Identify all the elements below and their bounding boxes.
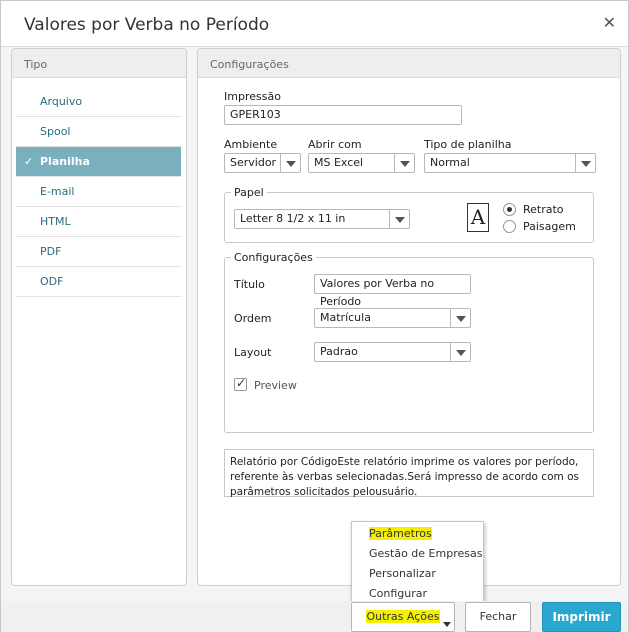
menu-item-label: Configurar	[369, 587, 428, 600]
config-panel-header: Configurações	[198, 49, 620, 78]
tipo-planilha-value: Normal	[430, 156, 470, 169]
tipo-item-label: Planilha	[40, 155, 90, 168]
tipo-list: Arquivo Spool ✓ Planilha E-mail HTML PDF …	[16, 87, 181, 297]
tipo-item-spool[interactable]: Spool	[16, 117, 181, 147]
config-panel-title: Configurações	[210, 58, 289, 71]
tipo-item-label: PDF	[40, 245, 62, 258]
report-description: Relatório por CódigoEste relatório impri…	[224, 449, 594, 498]
ordem-value: Matrícula	[320, 311, 371, 324]
layout-select[interactable]: Padrao	[314, 342, 471, 362]
tipo-item-planilha[interactable]: ✓ Planilha	[16, 147, 181, 177]
preview-checkbox[interactable]	[234, 376, 247, 391]
tipo-panel-header: Tipo	[12, 49, 186, 78]
dialog-titlebar: Valores por Verba no Período ✕	[1, 1, 628, 47]
tipo-planilha-label: Tipo de planilha	[424, 138, 512, 151]
menu-item-label: Personalizar	[369, 567, 436, 580]
tipo-item-odf[interactable]: ODF	[16, 267, 181, 297]
chevron-down-icon[interactable]	[389, 210, 409, 228]
impressao-label: Impressão	[224, 90, 281, 103]
menu-item-gestao-empresas[interactable]: Gestão de Empresas	[369, 547, 482, 560]
tipo-item-label: ODF	[40, 275, 64, 288]
impressao-input[interactable]: GPER103	[224, 105, 462, 125]
config-sub-group-title: Configurações	[231, 251, 316, 264]
paisagem-label: Paisagem	[523, 220, 576, 233]
tipo-panel: Tipo Arquivo Spool ✓ Planilha E-mail HTML…	[11, 48, 187, 586]
chevron-down-icon[interactable]	[394, 154, 414, 172]
outras-acoes-label: Outras Ações	[366, 610, 440, 623]
tipo-item-arquivo[interactable]: Arquivo	[16, 87, 181, 117]
papel-group: Papel Letter 8 1/2 x 11 in A Retrato Pai…	[224, 186, 594, 243]
ambiente-value: Servidor	[230, 156, 277, 169]
tipo-item-html[interactable]: HTML	[16, 207, 181, 237]
ambiente-select[interactable]: Servidor	[224, 153, 301, 173]
chevron-down-icon[interactable]	[280, 154, 300, 172]
close-icon[interactable]: ✕	[603, 13, 616, 32]
chevron-down-icon[interactable]	[450, 309, 470, 327]
preview-label: Preview	[254, 379, 297, 392]
paper-size-value: Letter 8 1/2 x 11 in	[240, 212, 346, 225]
paper-size-select[interactable]: Letter 8 1/2 x 11 in	[234, 209, 410, 229]
tipo-item-pdf[interactable]: PDF	[16, 237, 181, 267]
tipo-item-label: Spool	[40, 125, 71, 138]
check-icon: ✓	[24, 155, 34, 168]
menu-item-configurar[interactable]: Configurar	[369, 587, 427, 600]
menu-item-label: Parâmetros	[369, 527, 432, 540]
tipo-item-label: HTML	[40, 215, 71, 228]
paisagem-radio[interactable]	[503, 220, 516, 233]
retrato-label: Retrato	[523, 203, 564, 216]
page-icon-letter: A	[470, 205, 486, 229]
ordem-label: Ordem	[234, 312, 272, 325]
page-orientation-icon: A	[467, 203, 489, 232]
outras-acoes-menu: Parâmetros Gestão de Empresas Personaliz…	[351, 521, 484, 604]
fechar-button[interactable]: Fechar	[465, 602, 531, 632]
abrir-com-label: Abrir com	[308, 138, 362, 151]
tipo-item-label: Arquivo	[40, 95, 83, 108]
titulo-label: Título	[234, 278, 265, 291]
ordem-select[interactable]: Matrícula	[314, 308, 471, 328]
dialog-title: Valores por Verba no Período	[24, 15, 270, 35]
tipo-panel-title: Tipo	[24, 58, 48, 71]
abrir-com-value: MS Excel	[314, 156, 364, 169]
tipo-item-label: E-mail	[40, 185, 75, 198]
config-panel: Configurações Impressão GPER103 Ambiente…	[197, 48, 621, 586]
papel-group-title: Papel	[231, 186, 267, 199]
tipo-item-email[interactable]: E-mail	[16, 177, 181, 207]
titulo-input[interactable]: Valores por Verba no Período	[314, 274, 471, 308]
menu-item-parametros[interactable]: Parâmetros	[369, 527, 432, 540]
layout-label: Layout	[234, 346, 272, 359]
chevron-down-icon[interactable]	[575, 154, 595, 172]
layout-value: Padrao	[320, 345, 358, 358]
outras-acoes-button[interactable]: Outras Ações	[351, 602, 455, 632]
caret-down-icon	[443, 622, 451, 627]
imprimir-button[interactable]: Imprimir	[542, 602, 621, 632]
menu-item-label: Gestão de Empresas	[369, 547, 483, 560]
chevron-down-icon[interactable]	[450, 343, 470, 361]
tipo-planilha-select[interactable]: Normal	[424, 153, 596, 173]
retrato-radio[interactable]	[503, 203, 516, 216]
dialog-footer: Outras Ações Fechar Imprimir	[1, 601, 628, 632]
ambiente-label: Ambiente	[224, 138, 278, 151]
menu-item-personalizar[interactable]: Personalizar	[369, 567, 436, 580]
print-dialog: Valores por Verba no Período ✕ Tipo Arqu…	[0, 0, 629, 632]
abrir-com-select[interactable]: MS Excel	[308, 153, 415, 173]
config-sub-group: Configurações Título Valores por Verba n…	[224, 251, 594, 433]
